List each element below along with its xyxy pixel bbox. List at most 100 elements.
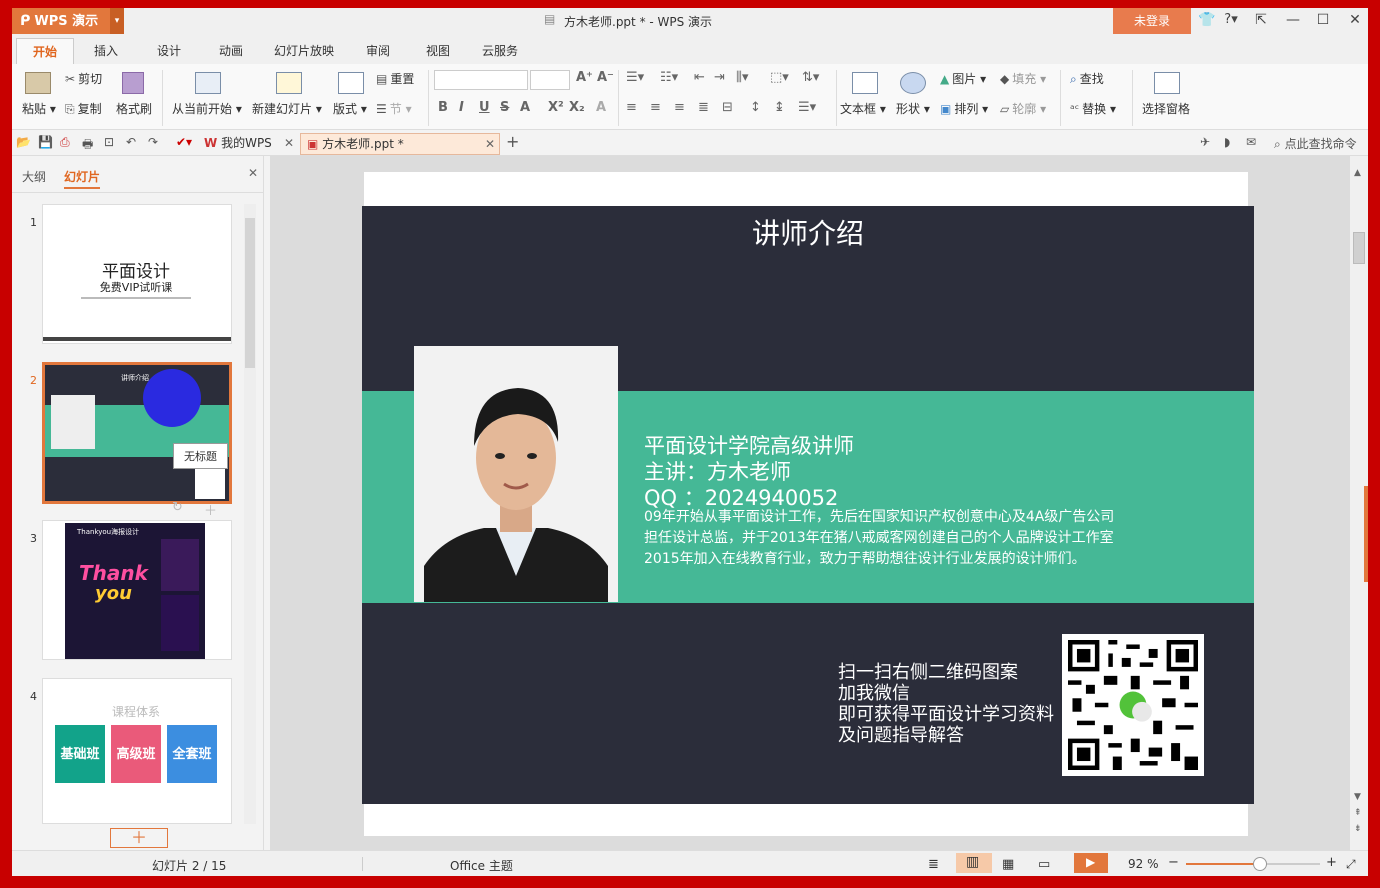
fold-ribbon-icon[interactable]: ⇱ xyxy=(1250,12,1272,28)
scrollbar-thumb[interactable] xyxy=(245,218,255,368)
paragraph-spacing-icon[interactable]: ↨ xyxy=(774,100,785,115)
from-current-button[interactable]: 从当前开始 ▾ xyxy=(172,100,242,117)
close-pane-icon[interactable]: ✕ xyxy=(248,166,258,180)
teacher-photo[interactable] xyxy=(414,346,618,602)
tab-outline[interactable]: 大纲 xyxy=(22,168,46,185)
bio-line-2[interactable]: 担任设计总监，并于2013年在猪八戒威客网创建自己的个人品牌设计工作室 xyxy=(644,527,1114,547)
tab-view[interactable]: 视图 xyxy=(426,42,450,59)
new-slide-button[interactable]: 新建幻灯片 ▾ xyxy=(252,100,322,117)
maximize-icon[interactable]: ☐ xyxy=(1312,12,1334,28)
feedback-icon[interactable]: ✉ xyxy=(1246,135,1256,149)
section-button[interactable]: ☰ 节 ▾ xyxy=(376,100,412,117)
font-color-icon[interactable]: A xyxy=(520,100,530,115)
increase-indent-icon[interactable]: ⇥ xyxy=(714,70,725,85)
notes-icon[interactable]: ≣ xyxy=(928,857,939,872)
layout-icon[interactable] xyxy=(338,72,364,94)
picture-button[interactable]: ▲ 图片 ▾ xyxy=(940,70,986,87)
sorter-view-icon[interactable]: ▦ xyxy=(1002,857,1014,872)
tab-slideshow[interactable]: 幻灯片放映 xyxy=(274,42,334,59)
skin-icon[interactable]: 👕 xyxy=(1196,12,1218,28)
prev-slide-icon[interactable]: ⇞ xyxy=(1354,808,1362,818)
paste-button[interactable]: 粘贴 ▾ xyxy=(22,100,56,117)
bold-icon[interactable]: B xyxy=(438,100,448,115)
app-menu-dropdown-icon[interactable]: ▾ xyxy=(110,8,124,34)
columns-icon[interactable]: ⫼▾ xyxy=(736,70,749,85)
align-text-icon[interactable]: ⇅▾ xyxy=(802,70,819,85)
brush-icon[interactable] xyxy=(122,72,144,94)
fit-window-icon[interactable]: ⤢ xyxy=(1346,857,1356,872)
zoom-level[interactable]: 92 % xyxy=(1128,857,1159,871)
find-button[interactable]: ⌕ 查找 xyxy=(1070,70,1104,87)
print-preview-icon[interactable]: ⊡ xyxy=(104,135,114,149)
slide-title[interactable]: 讲师介绍 xyxy=(752,212,864,252)
select-pane-icon[interactable] xyxy=(1154,72,1180,94)
decrease-indent-icon[interactable]: ⇤ xyxy=(694,70,705,85)
textbox-button[interactable]: 文本框 ▾ xyxy=(840,100,886,117)
open-icon[interactable]: 📂 xyxy=(16,135,31,149)
paragraph-settings-icon[interactable]: ☰▾ xyxy=(798,100,816,115)
font-size-select[interactable] xyxy=(530,70,570,90)
tab-design[interactable]: 设计 xyxy=(157,42,181,59)
select-pane-button[interactable]: 选择窗格 xyxy=(1142,100,1190,117)
scroll-up-icon[interactable]: ▲ xyxy=(1354,168,1361,178)
tag-icon[interactable]: ◗ xyxy=(1224,135,1230,149)
help-button[interactable]: ?▾ xyxy=(1220,12,1242,27)
font-name-select[interactable] xyxy=(434,70,528,90)
play-slideshow-button[interactable]: ▶ xyxy=(1074,853,1108,873)
layout-button[interactable]: 版式 ▾ xyxy=(333,100,367,117)
rotate-icon[interactable]: ↻ xyxy=(172,500,183,515)
wechat-qr-code[interactable] xyxy=(1062,634,1204,776)
tab-cloud[interactable]: 云服务 xyxy=(482,42,518,59)
shape-button[interactable]: 形状 ▾ xyxy=(896,100,930,117)
tab-my-wps[interactable]: W 我的WPS ✕ xyxy=(198,133,298,155)
line-spacing-icon[interactable]: ↕ xyxy=(750,100,761,115)
next-slide-icon[interactable]: ⇟ xyxy=(1354,824,1362,834)
side-panel-handle[interactable] xyxy=(1364,486,1368,582)
slide-thumbnail-2[interactable]: 讲师介绍 无标题 xyxy=(42,362,232,504)
copy-button[interactable]: ⎘ 复制 xyxy=(65,100,102,117)
new-slide-button[interactable]: ＋ xyxy=(110,828,168,848)
undo-icon[interactable]: ↶ xyxy=(126,135,136,149)
number-list-icon[interactable]: ☷▾ xyxy=(660,70,678,85)
textbox-icon[interactable] xyxy=(852,72,878,94)
new-tab-icon[interactable]: + xyxy=(506,132,519,151)
italic-icon[interactable]: I xyxy=(459,100,464,115)
wps-app-menu-button[interactable]: ᑭ WPS 演示 ▾ xyxy=(12,8,124,34)
cut-button[interactable]: ✂ 剪切 xyxy=(65,70,102,87)
slide-pane-scrollbar[interactable] xyxy=(244,204,256,824)
align-center-icon[interactable]: ≡ xyxy=(650,100,661,115)
zoom-out-icon[interactable]: − xyxy=(1168,855,1179,870)
print-icon[interactable]: 🖶 xyxy=(82,135,93,156)
tab-slides[interactable]: 幻灯片 xyxy=(64,168,101,189)
close-tab-icon[interactable]: ✕ xyxy=(485,134,495,154)
slideshow-start-icon[interactable] xyxy=(195,72,221,94)
paste-icon[interactable] xyxy=(25,72,51,94)
reading-view-icon[interactable]: ▭ xyxy=(1038,857,1050,872)
align-left-icon[interactable]: ≡ xyxy=(626,100,637,115)
increase-font-icon[interactable]: A⁺ xyxy=(576,70,593,85)
bio-line-1[interactable]: 09年开始从事平面设计工作，先后在国家知识产权创意中心及4A级广告公司 xyxy=(644,506,1114,526)
close-tab-icon[interactable]: ✕ xyxy=(284,133,294,153)
format-painter-button[interactable]: 格式刷 xyxy=(116,100,152,117)
slide-2[interactable]: 讲师介绍 平面设计学院高级讲师 主讲：方木老师 QQ ：2024940052 0… xyxy=(362,172,1254,836)
pin-icon[interactable]: ✈ xyxy=(1200,135,1210,149)
add-icon[interactable]: ＋ xyxy=(204,500,217,519)
fill-button[interactable]: ◆ 填充 ▾ xyxy=(1000,70,1046,87)
minimize-icon[interactable]: — xyxy=(1282,12,1304,28)
bullet-list-icon[interactable]: ☰▾ xyxy=(626,70,644,85)
scroll-down-icon[interactable]: ▼ xyxy=(1354,792,1361,802)
tab-document[interactable]: ▣ 方木老师.ppt * ✕ xyxy=(300,133,500,155)
tab-insert[interactable]: 插入 xyxy=(94,42,118,59)
strikethrough-icon[interactable]: S xyxy=(500,100,509,115)
search-command[interactable]: ⌕ 点此查找命令 xyxy=(1274,135,1357,152)
new-slide-icon[interactable] xyxy=(276,72,302,94)
clear-format-icon[interactable]: A xyxy=(596,100,606,115)
scrollbar-thumb[interactable] xyxy=(1353,232,1365,264)
tab-home[interactable]: 开始 xyxy=(16,38,75,64)
subscript-icon[interactable]: X₂ xyxy=(569,100,585,115)
replace-button[interactable]: ᵃᶜ 替换 ▾ xyxy=(1070,100,1116,117)
reset-button[interactable]: ▤ 重置 xyxy=(376,70,414,87)
shape-icon[interactable] xyxy=(900,72,926,94)
qr-text-4[interactable]: 及问题指导解答 xyxy=(838,721,964,747)
slide-thumbnail-1[interactable]: 平面设计 免费VIP试听课 xyxy=(42,204,232,344)
